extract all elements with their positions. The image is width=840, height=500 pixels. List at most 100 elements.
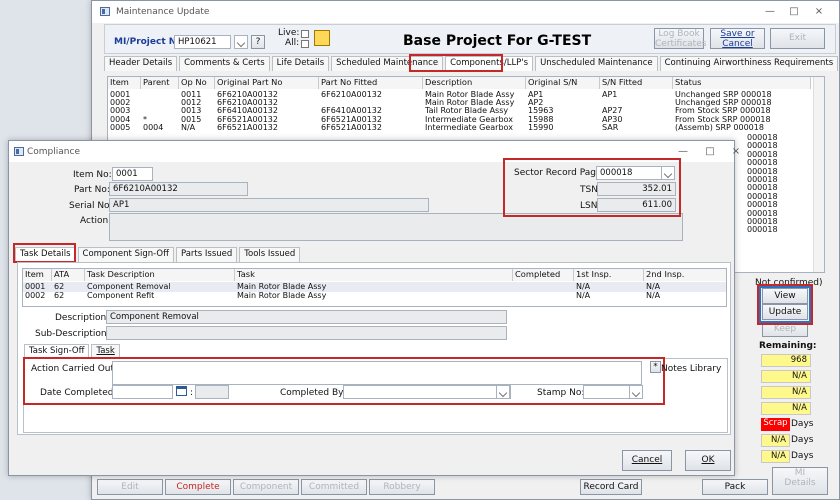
col-op-no: Op No [179,77,215,89]
mi-details-button[interactable]: MI Details [772,467,828,495]
notes-library-icon[interactable]: * [650,361,661,373]
update-button[interactable]: Update [762,304,808,320]
task-col-second-inspection: 2nd Insp. [644,269,726,281]
tab-parts-issued[interactable]: Parts Issued [175,247,238,262]
exit-button[interactable]: Exit [770,28,825,49]
item-no-field[interactable]: 0001 [112,167,153,181]
live-checkbox[interactable] [301,30,309,38]
component-cell: N/A [181,122,196,132]
robbery-button[interactable]: Robbery [369,479,435,495]
maintenance-title-bar: Maintenance Update [92,1,839,23]
background-tabs: Header Details Comments & Certs Life Det… [104,56,839,71]
task-table: Item ATA Task Description Task Completed… [22,268,727,307]
save-cancel-button[interactable]: Save or Cancel [710,28,765,49]
completed-by-dropdown-icon[interactable] [496,385,510,399]
maximize-icon[interactable]: □ [788,6,800,18]
folder-icon[interactable] [314,30,330,46]
scrap-cell: Scrap [761,418,790,431]
project-dropdown-icon[interactable] [234,35,248,49]
part-no-label: Part No: [74,185,110,195]
project-number-field[interactable]: HP10621 [174,35,231,49]
minimize-icon[interactable]: — [764,6,776,18]
lsn-field: 611.00 [597,198,676,212]
tab-task-sign-off[interactable]: Task Sign-Off [24,344,90,359]
compliance-maximize-icon[interactable]: □ [704,146,716,158]
date-completed-field[interactable] [112,385,173,399]
description-field: Component Removal [106,310,507,324]
compliance-cancel-button[interactable]: Cancel [622,450,672,471]
component-button[interactable]: Component [233,479,299,495]
calendar-icon[interactable] [176,386,187,396]
remaining-value-3: N/A [761,386,811,399]
col-parent: Parent [141,77,179,89]
task-cell: N/A [576,282,591,291]
sector-record-page-field[interactable]: 000018 [596,166,664,180]
days-value-1: N/A [761,434,790,447]
action-carried-out-field[interactable] [112,361,642,385]
all-checkbox[interactable] [301,40,309,48]
tab-tools-issued[interactable]: Tools Issued [239,247,301,262]
tsn-field: 352.01 [597,182,676,196]
completed-by-field[interactable] [343,385,511,399]
component-table-row[interactable]: 0005 0004 N/A 6F6521A00132 6F6521A00132 Inter… [108,123,811,132]
close-icon[interactable]: × [813,6,825,18]
compliance-minimize-icon[interactable]: — [677,146,689,158]
tab-life-details[interactable]: Life Details [271,56,330,71]
logbook-certificates-button[interactable]: Log Book Certificates [654,28,706,49]
task-cell: 0002 [25,291,46,300]
all-label: All: [285,38,300,48]
maintenance-title: Maintenance Update [116,7,210,17]
project-title: Base Project For G-TEST [403,33,592,49]
edit-button[interactable]: Edit [97,479,163,495]
pack-button[interactable]: Pack [702,479,768,495]
compliance-ok-button[interactable]: OK [685,450,731,471]
not-confirmed-label: Not confirmed) [755,278,823,288]
compliance-close-icon[interactable]: × [730,146,742,158]
component-cell: 6F6521A00132 [217,122,278,132]
task-col-item: Item [23,269,52,281]
subdescription-field [106,326,507,340]
tab-unscheduled-maintenance[interactable]: Unscheduled Maintenance [535,56,658,71]
col-item: Item [108,77,141,89]
completed-by-label: Completed By: [280,388,346,398]
task-cell: 62 [54,291,65,300]
tab-continuing-airworthiness[interactable]: Continuing Airworthiness Requirements [659,56,839,71]
remaining-value-4: N/A [761,402,811,415]
component-cell: Intermediate Gearbox [425,122,513,132]
sector-record-dropdown-icon[interactable] [661,166,675,180]
sector-record-page-label: Sector Record Page: [514,168,605,178]
tab-components-llps[interactable]: Components/LLP's [445,56,534,71]
days-label-1: Days [791,419,814,429]
task-col-task: Task [235,269,513,281]
tab-task-details[interactable]: Task Details [15,247,76,262]
col-part-fitted: Part No Fitted [319,77,423,89]
component-vertical-scrollbar[interactable] [813,77,824,272]
complete-button[interactable]: Complete [165,479,231,495]
stamp-dropdown-icon[interactable] [629,385,643,399]
signoff-subtabs: Task Sign-Off Task [24,344,120,359]
tab-header-details[interactable]: Header Details [104,56,178,71]
days-label-3: Days [791,451,814,461]
keep-button[interactable]: Keep [762,321,808,337]
record-card-button[interactable]: Record Card [580,479,642,495]
tab-scheduled-maintenance[interactable]: Scheduled Maintenance [331,56,444,71]
col-sn-fitted: S/N Fitted [600,77,673,89]
live-label: Live: [278,28,300,38]
tab-comments-certs[interactable]: Comments & Certs [179,56,270,71]
component-cell: 0005 [110,122,131,132]
tab-component-sign-off[interactable]: Component Sign-Off [77,247,174,262]
compliance-window-icon [14,147,24,156]
task-cell: Main Rotor Blade Assy [237,291,327,300]
item-no-label: Item No: [73,170,112,180]
compliance-tabs: Task Details Component Sign-Off Parts Is… [15,247,301,262]
col-status: Status [673,77,811,89]
time-completed-field[interactable] [195,385,229,399]
committed-button[interactable]: Committed [301,479,367,495]
view-button[interactable]: View [762,288,808,304]
tab-task[interactable]: Task [91,344,120,359]
task-cell: Component Refit [87,291,155,300]
task-table-row[interactable]: 0002 62 Component Refit Main Rotor Blade As… [23,291,726,301]
remaining-label: Remaining: [759,341,817,351]
days-value-2: N/A [761,450,790,463]
help-button[interactable]: ? [251,35,265,49]
